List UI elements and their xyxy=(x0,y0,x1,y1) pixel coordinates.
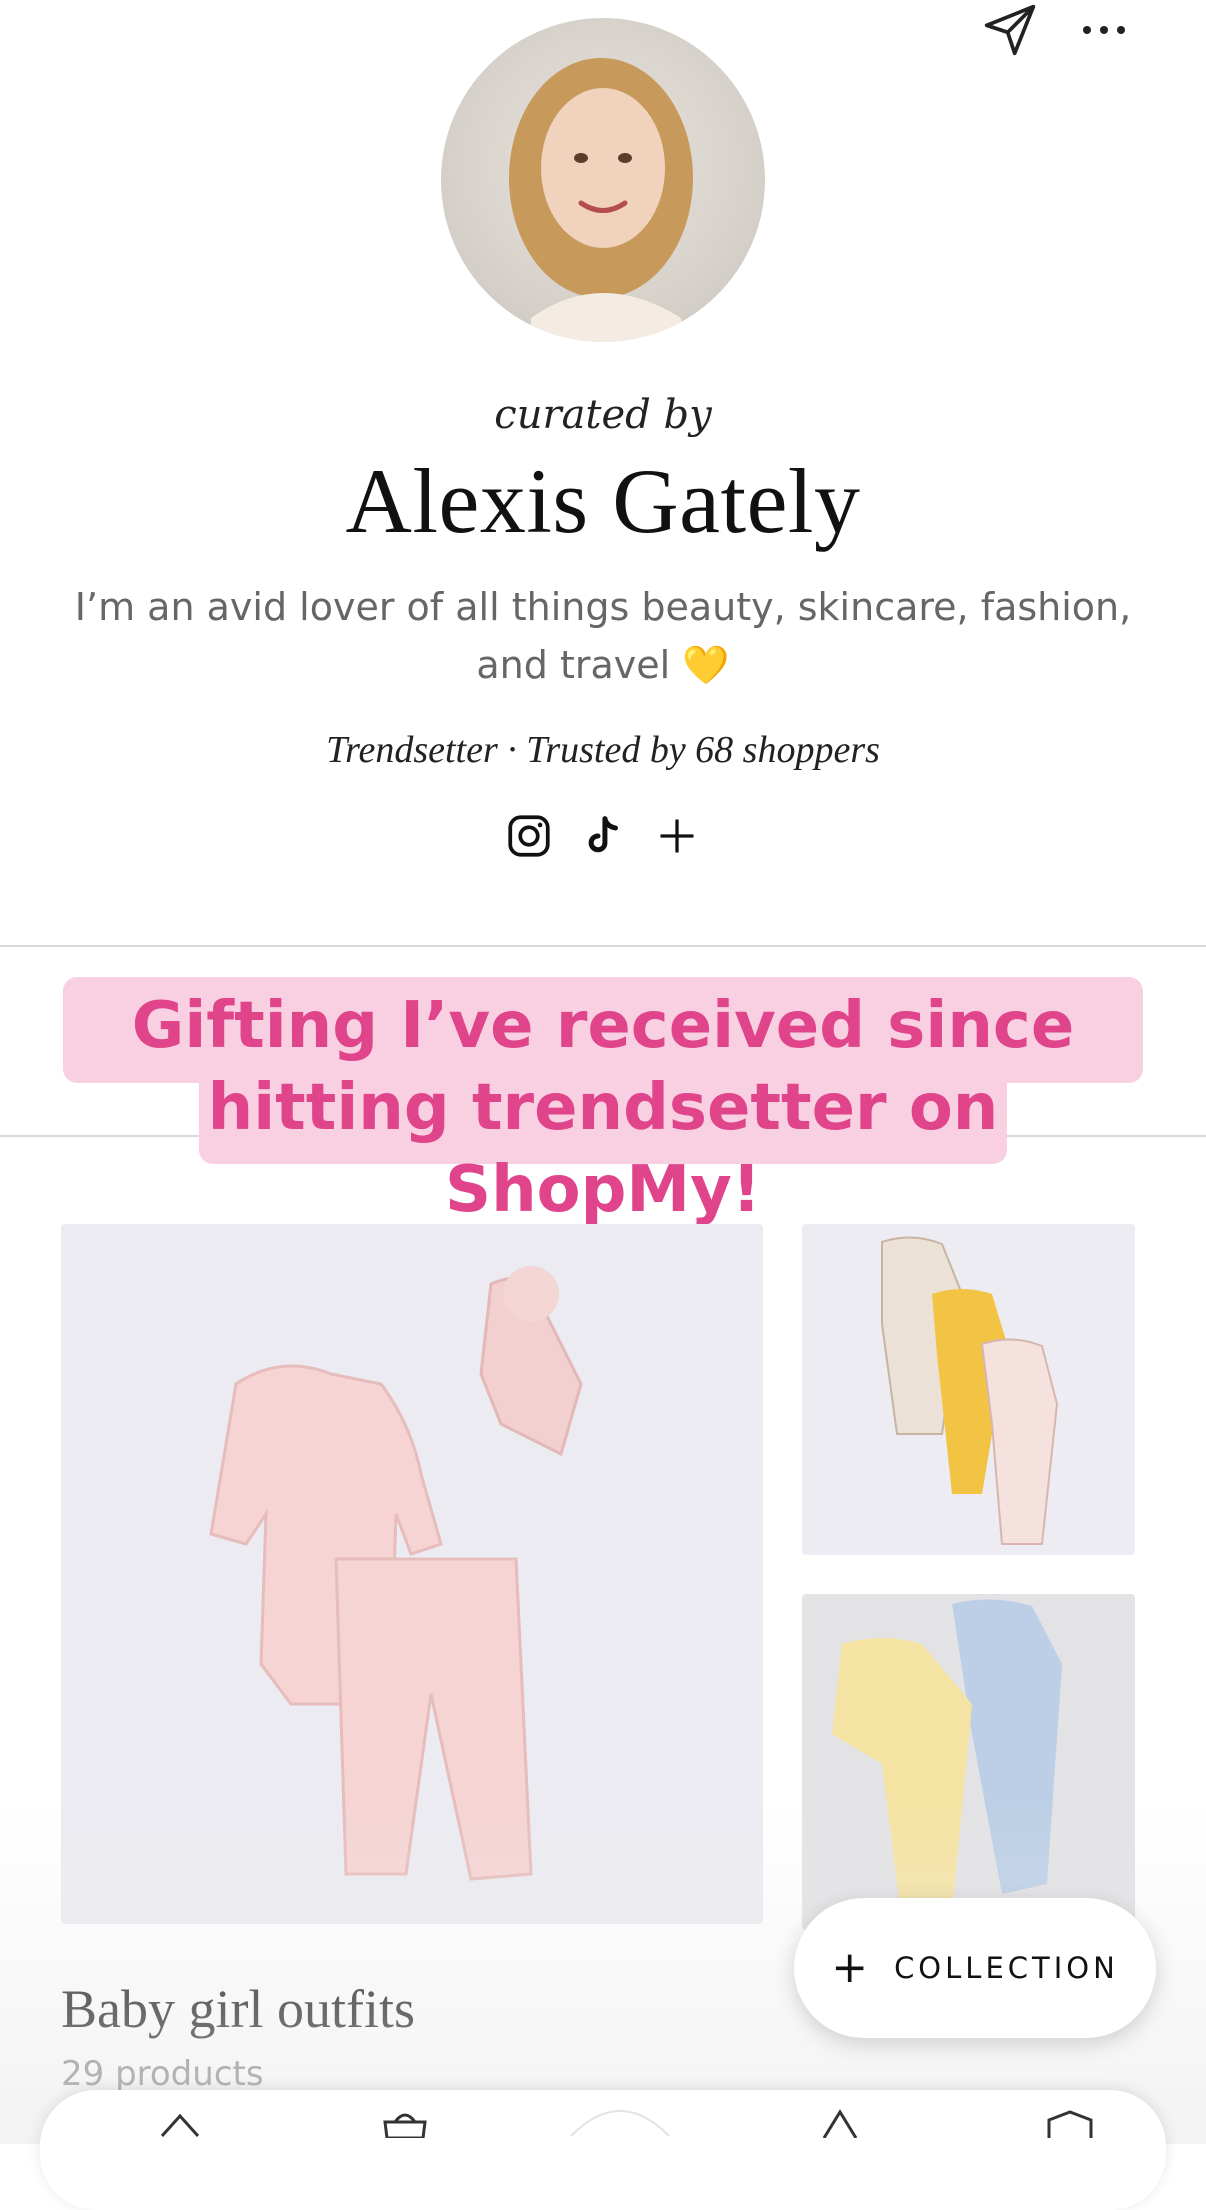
product-image-3[interactable] xyxy=(802,1594,1135,1930)
more-icon[interactable] xyxy=(1074,0,1134,60)
gift-icon[interactable] xyxy=(1040,2108,1100,2148)
plus-icon[interactable] xyxy=(652,808,702,864)
bottom-nav xyxy=(40,2090,1166,2210)
add-collection-button[interactable]: + COLLECTION xyxy=(794,1898,1156,2038)
tier-label: Trendsetter xyxy=(326,729,498,771)
caption-text: Gifting I’ve received since hitting tren… xyxy=(131,989,1075,1227)
profile-bio: I’m an avid lover of all things beauty, … xyxy=(74,585,1132,687)
separator: · xyxy=(507,729,517,771)
center-icon[interactable] xyxy=(565,2096,675,2136)
add-collection-label: COLLECTION xyxy=(894,1951,1119,1985)
home-icon[interactable] xyxy=(150,2108,210,2148)
trust-line: Trendsetter · Trusted by 68 shoppers xyxy=(0,728,1206,772)
product-image-2[interactable] xyxy=(802,1224,1135,1555)
send-icon[interactable] xyxy=(980,0,1040,60)
instagram-icon[interactable] xyxy=(504,808,554,864)
alert-icon[interactable] xyxy=(810,2108,870,2148)
trusted-label: Trusted by 68 shoppers xyxy=(526,729,880,771)
social-links xyxy=(0,808,1206,864)
collection-title[interactable]: Baby girl outfits xyxy=(61,1978,415,2040)
collection-count: 29 products xyxy=(61,2054,264,2094)
shop-icon[interactable] xyxy=(375,2108,435,2148)
avatar xyxy=(441,18,765,342)
plus-icon: + xyxy=(831,1942,869,1993)
tiktok-icon[interactable] xyxy=(578,808,628,864)
product-image-main[interactable] xyxy=(61,1224,763,1924)
divider-top xyxy=(0,945,1206,947)
curated-by-label: curated by xyxy=(494,392,712,438)
profile-name: Alexis Gately xyxy=(345,450,861,552)
